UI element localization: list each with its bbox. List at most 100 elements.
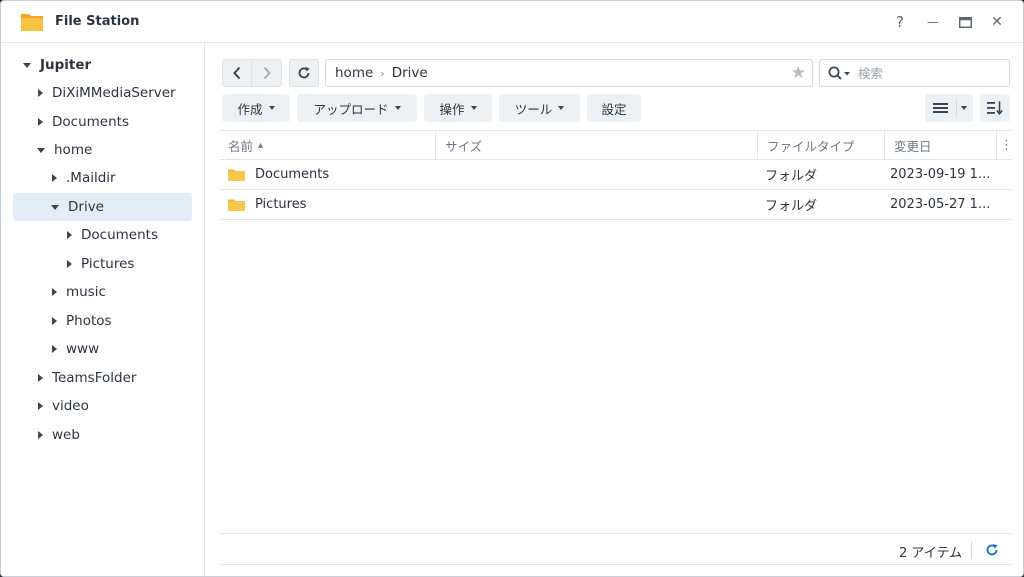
column-header-type[interactable]: ファイルタイプ bbox=[758, 131, 885, 160]
status-divider bbox=[971, 541, 972, 559]
caret-right-icon[interactable] bbox=[52, 345, 57, 353]
action-button[interactable]: 操作 bbox=[424, 94, 492, 122]
refresh-icon bbox=[298, 67, 310, 79]
sort-ascending-icon: ▴ bbox=[258, 140, 264, 151]
table-row[interactable]: Documents フォルダ 2023-09-19 1... bbox=[219, 160, 1012, 190]
caret-right-icon[interactable] bbox=[38, 118, 43, 126]
tree-item-label: music bbox=[66, 284, 106, 300]
file-type-cell: フォルダ bbox=[765, 169, 818, 184]
column-header-name[interactable]: 名前 ▴ bbox=[219, 131, 436, 160]
column-header-label: サイズ bbox=[445, 139, 483, 154]
star-icon[interactable]: ★ bbox=[791, 63, 806, 83]
tree-item-home[interactable]: home bbox=[13, 136, 192, 164]
path-segment-drive[interactable]: Drive bbox=[392, 65, 428, 81]
tools-button[interactable]: ツール bbox=[499, 94, 580, 122]
file-name: Documents bbox=[255, 167, 330, 182]
caret-right-icon[interactable] bbox=[52, 317, 57, 325]
tree-item-web[interactable]: web bbox=[13, 421, 192, 449]
view-mode-divider bbox=[956, 99, 957, 117]
path-bar[interactable]: home › Drive ★ bbox=[325, 59, 813, 87]
search-icon[interactable] bbox=[828, 66, 852, 80]
minimize-icon: — bbox=[927, 15, 939, 29]
view-mode-button[interactable] bbox=[925, 94, 973, 122]
caret-right-icon[interactable] bbox=[52, 288, 57, 296]
caret-down-icon[interactable] bbox=[37, 147, 45, 153]
forward-button[interactable] bbox=[252, 59, 282, 87]
tree-item-documents[interactable]: Documents bbox=[13, 108, 192, 136]
folder-tree-sidebar: Jupiter DiXiMMediaServer Documents home … bbox=[1, 43, 205, 576]
list-view-icon bbox=[933, 103, 948, 113]
view-mode-dropdown-icon[interactable] bbox=[961, 106, 967, 110]
column-header-size[interactable]: サイズ bbox=[436, 131, 758, 160]
table-row[interactable]: Pictures フォルダ 2023-05-27 1... bbox=[219, 190, 1012, 220]
status-bar: 2 アイテム bbox=[219, 533, 1012, 565]
title-bar: File Station ? — ✕ bbox=[1, 1, 1023, 43]
tree-item-diximmediaserver[interactable]: DiXiMMediaServer bbox=[13, 79, 192, 107]
minimize-button[interactable]: — bbox=[922, 11, 944, 33]
footer-divider bbox=[219, 564, 1012, 565]
sort-button[interactable] bbox=[980, 94, 1010, 122]
file-modified-cell: 2023-09-19 1... bbox=[890, 167, 991, 182]
tree-item-label: video bbox=[52, 398, 89, 414]
tree-item-label: .Maildir bbox=[66, 170, 116, 186]
help-button[interactable]: ? bbox=[889, 11, 911, 33]
upload-button[interactable]: アップロード bbox=[297, 94, 417, 122]
tree-item-video[interactable]: video bbox=[13, 392, 192, 420]
tree-item-label: home bbox=[54, 142, 93, 158]
folder-icon bbox=[228, 169, 245, 181]
sort-icon bbox=[987, 101, 1003, 115]
settings-label: 設定 bbox=[601, 101, 627, 117]
caret-right-icon[interactable] bbox=[38, 374, 43, 382]
close-button[interactable]: ✕ bbox=[986, 11, 1008, 33]
tree-item-label: www bbox=[66, 341, 100, 357]
file-list-table: 名前 ▴ サイズ ファイルタイプ 変更日 ⋮ Documents フォルダ 20… bbox=[219, 130, 1013, 220]
tree-item-drive[interactable]: Drive bbox=[13, 193, 192, 221]
file-name: Pictures bbox=[255, 197, 307, 212]
caret-down-icon[interactable] bbox=[51, 204, 59, 210]
dropdown-arrow-icon bbox=[558, 106, 565, 110]
chevron-left-icon bbox=[233, 66, 241, 80]
caret-down-icon[interactable] bbox=[23, 62, 31, 68]
path-segment-home[interactable]: home bbox=[335, 65, 373, 81]
maximize-icon bbox=[958, 16, 972, 28]
back-button[interactable] bbox=[222, 59, 252, 87]
action-label: 操作 bbox=[439, 101, 465, 117]
upload-label: アップロード bbox=[313, 101, 389, 117]
caret-right-icon[interactable] bbox=[38, 89, 43, 97]
tree-item-music[interactable]: music bbox=[13, 278, 192, 306]
column-options-icon[interactable]: ⋮ bbox=[997, 131, 1013, 160]
create-button[interactable]: 作成 bbox=[222, 94, 290, 122]
refresh-icon[interactable] bbox=[985, 543, 999, 557]
tree-item-maildir[interactable]: .Maildir bbox=[13, 164, 192, 192]
table-header: 名前 ▴ サイズ ファイルタイプ 変更日 ⋮ bbox=[219, 130, 1013, 160]
item-count: 2 アイテム bbox=[899, 546, 963, 561]
tree-item-www[interactable]: www bbox=[13, 335, 192, 363]
caret-right-icon[interactable] bbox=[38, 431, 43, 439]
search-input[interactable] bbox=[858, 65, 998, 81]
dropdown-arrow-icon bbox=[268, 106, 275, 110]
file-size-cell bbox=[445, 160, 745, 189]
file-type-cell: フォルダ bbox=[765, 199, 818, 214]
tree-item-drive-documents[interactable]: Documents bbox=[13, 221, 192, 249]
tree-item-label: Photos bbox=[66, 313, 112, 329]
settings-button[interactable]: 設定 bbox=[587, 94, 641, 122]
tree-item-photos[interactable]: Photos bbox=[13, 307, 192, 335]
tree-item-label: Jupiter bbox=[40, 57, 92, 73]
dropdown-arrow-icon bbox=[470, 106, 477, 110]
caret-right-icon[interactable] bbox=[52, 174, 57, 182]
column-header-modified[interactable]: 変更日 bbox=[885, 131, 997, 160]
tree-item-jupiter[interactable]: Jupiter bbox=[13, 51, 192, 79]
caret-right-icon[interactable] bbox=[67, 260, 72, 268]
file-station-window: File Station ? — ✕ Jupiter DiXiMMediaSer… bbox=[0, 0, 1024, 577]
create-label: 作成 bbox=[237, 101, 263, 117]
refresh-button[interactable] bbox=[289, 59, 319, 87]
maximize-button[interactable] bbox=[954, 11, 976, 33]
tree-item-drive-pictures[interactable]: Pictures bbox=[13, 250, 192, 278]
close-icon: ✕ bbox=[991, 14, 1003, 30]
path-separator-icon: › bbox=[380, 66, 385, 80]
tree-item-label: Documents bbox=[81, 227, 158, 243]
caret-right-icon[interactable] bbox=[67, 231, 72, 239]
tree-item-teamsfolder[interactable]: TeamsFolder bbox=[13, 364, 192, 392]
search-box[interactable] bbox=[819, 59, 1010, 87]
caret-right-icon[interactable] bbox=[38, 402, 43, 410]
